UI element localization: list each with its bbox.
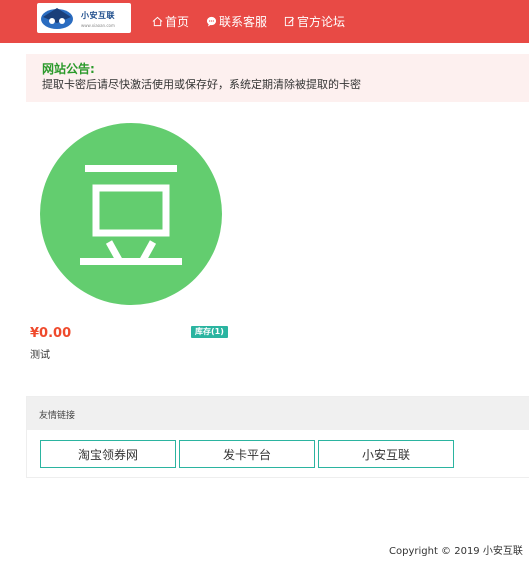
nav-contact-label: 联系客服: [219, 15, 268, 29]
link-card-platform[interactable]: 发卡平台: [179, 440, 315, 468]
site-logo[interactable]: 小安互联 www.xiaoan.com: [37, 3, 131, 33]
nav-forum-label: 官方论坛: [297, 15, 346, 29]
edit-icon: [284, 16, 295, 27]
product-name[interactable]: 测试: [30, 346, 50, 361]
logo-subtitle: www.xiaoan.com: [81, 23, 115, 28]
footer-copyright: Copyright © 2019 小安互联: [389, 546, 523, 557]
product-douban-icon: [40, 123, 222, 305]
top-header: 小安互联 www.xiaoan.com 首页 联系客服 官方论坛: [0, 0, 529, 43]
logo-mark-icon: [41, 8, 73, 29]
friendly-links-header: 友情链接: [27, 397, 529, 430]
product-price: ¥0.00: [30, 326, 72, 341]
product-image[interactable]: [39, 122, 223, 306]
link-xiaoan[interactable]: 小安互联: [318, 440, 454, 468]
nav-home[interactable]: 首页: [152, 13, 189, 30]
notice-title: 网站公告:: [42, 62, 95, 76]
stock-badge: 库存(1): [191, 326, 228, 338]
main-nav: 首页 联系客服 官方论坛: [152, 0, 362, 43]
friendly-links-title: 友情链接: [39, 411, 76, 421]
chat-icon: [206, 16, 217, 27]
logo-title: 小安互联: [81, 11, 115, 20]
notice-text: 提取卡密后请尽快激活使用或保存好，系统定期清除被提取的卡密: [42, 78, 361, 91]
nav-forum[interactable]: 官方论坛: [284, 13, 345, 30]
link-taobao-coupon[interactable]: 淘宝领券网: [40, 440, 176, 468]
home-icon: [152, 16, 163, 27]
nav-home-label: 首页: [165, 15, 190, 29]
nav-contact-support[interactable]: 联系客服: [206, 13, 267, 30]
friendly-links-panel: 友情链接 淘宝领券网 发卡平台 小安互联: [26, 396, 529, 478]
site-notice: 网站公告: 提取卡密后请尽快激活使用或保存好，系统定期清除被提取的卡密: [26, 54, 529, 102]
